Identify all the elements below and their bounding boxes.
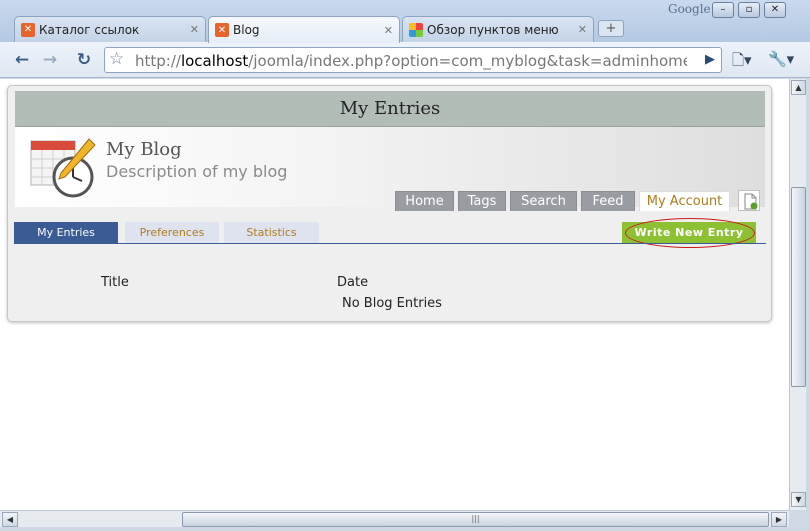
tab-label: Обзор пунктов меню xyxy=(427,22,559,37)
empty-entries-message: No Blog Entries xyxy=(342,296,442,311)
arrow-left-icon: ← xyxy=(14,50,30,70)
back-button[interactable]: ← xyxy=(10,49,34,71)
joomla-orange-icon: ✕ xyxy=(215,23,229,37)
column-date: Date xyxy=(337,275,369,290)
url-path: /joomla/index.php?option=com_myblog&task… xyxy=(248,52,687,70)
menu-home[interactable]: Home xyxy=(395,191,454,211)
address-bar[interactable]: ☆ http://localhost/joomla/index.php?opti… xyxy=(104,47,722,73)
scroll-left-arrow-icon[interactable]: ◀ xyxy=(2,512,18,527)
joomla-orange-icon: ✕ xyxy=(21,22,35,37)
subtab-my-entries[interactable]: My Entries xyxy=(14,222,118,243)
column-title: Title xyxy=(101,275,129,290)
browser-toolbar: ← → ↻ ☆ http://localhost/joomla/index.ph… xyxy=(0,42,810,78)
go-icon[interactable]: ▶ xyxy=(705,52,715,67)
url-text[interactable]: http://localhost/joomla/index.php?option… xyxy=(135,52,687,70)
menu-search[interactable]: Search xyxy=(510,191,577,211)
close-icon[interactable]: ✕ xyxy=(190,23,199,36)
reload-icon: ↻ xyxy=(76,50,92,70)
blog-title: My Blog xyxy=(106,139,182,160)
arrow-right-icon: → xyxy=(42,50,58,70)
tab-menu-overview[interactable]: Обзор пунктов меню ✕ xyxy=(402,16,594,42)
page-viewport: My Entries My Blog Description of my blo… xyxy=(0,79,789,510)
scroll-down-arrow-icon[interactable]: ▼ xyxy=(791,492,806,507)
wrench-icon[interactable]: 🔧▾ xyxy=(768,50,794,68)
scroll-right-arrow-icon[interactable]: ▶ xyxy=(771,512,787,527)
blog-description: Description of my blog xyxy=(106,162,288,181)
star-icon[interactable]: ☆ xyxy=(109,49,124,69)
subtab-statistics[interactable]: Statistics xyxy=(224,222,319,243)
url-prefix: http:// xyxy=(135,52,181,70)
page-title: My Entries xyxy=(15,91,765,127)
page-menu-icon[interactable]: 🗋▾ xyxy=(732,50,752,75)
menu-tags[interactable]: Tags xyxy=(458,191,506,211)
horizontal-scrollbar[interactable]: ◀ ||| ▶ xyxy=(0,510,789,527)
close-icon[interactable]: ✕ xyxy=(578,23,587,36)
forward-button[interactable]: → xyxy=(38,49,62,71)
browser-brand: Google xyxy=(668,2,711,16)
subtab-preferences[interactable]: Preferences xyxy=(125,222,219,243)
new-tab-button[interactable]: + xyxy=(598,20,624,37)
maximize-button[interactable]: ▫ xyxy=(738,2,760,18)
minimize-button[interactable]: – xyxy=(712,2,734,18)
blog-calendar-clock-icon xyxy=(30,138,96,198)
menu-feed[interactable]: Feed xyxy=(581,191,635,211)
tab-blog[interactable]: ✕ Blog ✕ xyxy=(208,16,400,43)
vertical-scrollbar[interactable]: ▲ ▼ xyxy=(789,79,806,510)
tab-catalog[interactable]: ✕ Каталог ссылок ✕ xyxy=(14,16,206,42)
close-icon[interactable]: ✕ xyxy=(384,24,393,37)
close-window-button[interactable]: ✕ xyxy=(764,2,786,18)
url-host: localhost xyxy=(180,52,249,70)
tab-label: Blog xyxy=(233,23,260,37)
blog-container: My Entries My Blog Description of my blo… xyxy=(7,85,772,322)
joomla-logo-icon xyxy=(409,22,423,37)
subtab-divider xyxy=(14,243,766,244)
browser-titlebar: ✕ Каталог ссылок ✕ ✕ Blog ✕ Обзор пункто… xyxy=(0,0,810,43)
new-page-icon[interactable] xyxy=(738,190,760,211)
reload-button[interactable]: ↻ xyxy=(72,49,96,71)
horizontal-scroll-thumb[interactable]: ||| xyxy=(182,512,769,527)
vertical-scroll-thumb[interactable] xyxy=(791,187,806,387)
tab-label: Каталог ссылок xyxy=(39,22,140,37)
menu-my-account[interactable]: My Account xyxy=(639,191,730,211)
scroll-up-arrow-icon[interactable]: ▲ xyxy=(791,80,806,95)
